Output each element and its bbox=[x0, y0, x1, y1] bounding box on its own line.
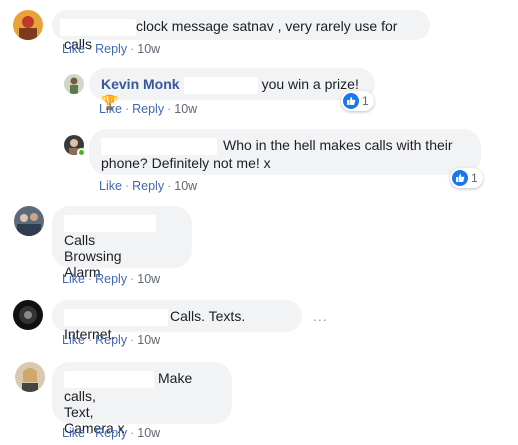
comment-text: you win a prize! bbox=[261, 76, 359, 92]
comment-bubble: Calls. Texts. Internet. bbox=[52, 300, 302, 342]
redacted-author bbox=[64, 214, 156, 232]
avatar[interactable] bbox=[15, 362, 45, 392]
online-indicator bbox=[77, 148, 86, 157]
comment-text-line-1: Who in the hell makes calls with their bbox=[223, 137, 453, 153]
reaction-count: 1 bbox=[471, 171, 478, 185]
comment-text-line-1: Calls bbox=[64, 231, 96, 248]
thumbs-up-icon bbox=[452, 170, 468, 186]
reply-link[interactable]: Reply bbox=[95, 426, 127, 440]
comment-actions: Like · Reply · 10w bbox=[62, 333, 161, 347]
reply-link[interactable]: Reply bbox=[95, 42, 127, 56]
reply-link[interactable]: Reply bbox=[95, 272, 127, 286]
reaction-summary[interactable]: 1 bbox=[450, 168, 483, 188]
like-link[interactable]: Like bbox=[62, 272, 85, 286]
like-link[interactable]: Like bbox=[62, 42, 85, 56]
comment-actions: Like · Reply · 10w bbox=[99, 179, 198, 193]
reaction-count: 1 bbox=[362, 94, 369, 108]
timestamp[interactable]: 10w bbox=[137, 42, 160, 56]
comment-bubble: Make calls, Text, Camera x bbox=[52, 362, 232, 436]
author-name[interactable]: Kevin Monk bbox=[101, 76, 180, 92]
comment-bubble: Kevin Monk you win a prize! 🏆 bbox=[89, 68, 375, 111]
comment-actions: Like · Reply · 10w bbox=[62, 272, 161, 286]
like-link[interactable]: Like bbox=[62, 426, 85, 440]
reply-link[interactable]: Reply bbox=[132, 102, 164, 116]
comment-text-line-2: phone? Definitely not me! x bbox=[101, 154, 271, 171]
more-options-icon[interactable]: ... bbox=[313, 308, 328, 324]
comment-actions: Like · Reply · 10w bbox=[62, 42, 161, 56]
timestamp[interactable]: 10w bbox=[174, 179, 197, 193]
redacted-author bbox=[64, 308, 168, 326]
comment-actions: Like · Reply · 10w bbox=[62, 426, 161, 440]
like-link[interactable]: Like bbox=[99, 179, 122, 193]
timestamp[interactable]: 10w bbox=[137, 272, 160, 286]
comment-actions: Like · Reply · 10w bbox=[99, 102, 198, 116]
comment-bubble: Calls Browsing Alarm bbox=[52, 206, 192, 280]
redacted-author bbox=[64, 370, 154, 388]
avatar[interactable] bbox=[14, 206, 44, 236]
reaction-summary[interactable]: 1 bbox=[341, 91, 374, 111]
reply-link[interactable]: Reply bbox=[95, 333, 127, 347]
timestamp[interactable]: 10w bbox=[137, 333, 160, 347]
redacted-author bbox=[60, 18, 136, 36]
comment-text-line-2: Text, bbox=[64, 403, 94, 420]
thumbs-up-icon bbox=[343, 93, 359, 109]
comment-bubble: Who in the hell makes calls with their p… bbox=[89, 129, 481, 175]
avatar[interactable] bbox=[13, 300, 43, 330]
redacted-author bbox=[101, 137, 217, 155]
timestamp[interactable]: 10w bbox=[137, 426, 160, 440]
redacted-text bbox=[183, 76, 258, 94]
like-link[interactable]: Like bbox=[99, 102, 122, 116]
avatar[interactable] bbox=[13, 10, 43, 40]
comment-text-line-2: Browsing bbox=[64, 247, 122, 264]
reply-link[interactable]: Reply bbox=[132, 179, 164, 193]
comment-bubble: clock message satnav , very rarely use f… bbox=[52, 10, 430, 52]
avatar[interactable] bbox=[64, 74, 84, 94]
like-link[interactable]: Like bbox=[62, 333, 85, 347]
timestamp[interactable]: 10w bbox=[174, 102, 197, 116]
